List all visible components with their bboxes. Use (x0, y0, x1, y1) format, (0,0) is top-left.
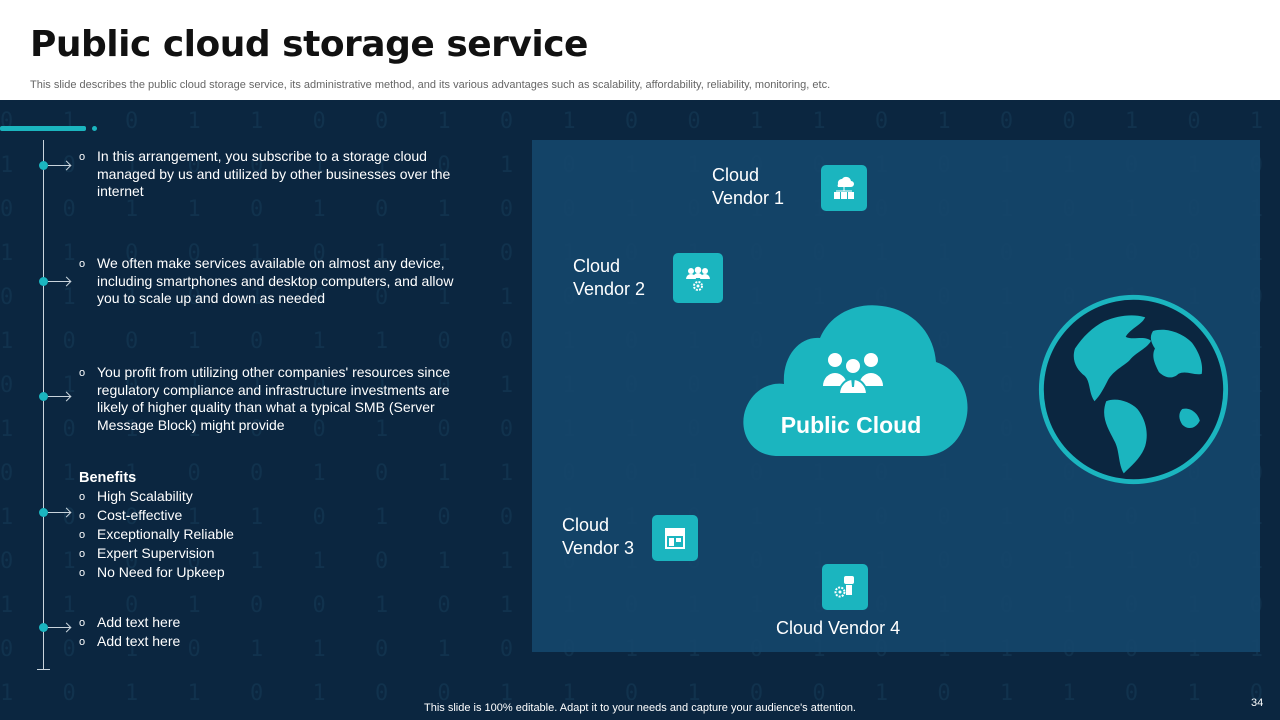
bullet-glyph: o (79, 617, 86, 629)
robot-gear-icon (822, 564, 868, 610)
timeline-node-5 (39, 623, 48, 632)
vendor-3-line1: Cloud (562, 515, 610, 535)
globe-icon (1038, 294, 1229, 485)
extra-item: Add text here (97, 633, 181, 649)
point-1: o In this arrangement, you subscribe to a… (79, 148, 459, 201)
timeline-node-4 (39, 508, 48, 517)
benefit-item: Exceptionally Reliable (97, 525, 234, 542)
bullet-glyph: o (79, 151, 86, 163)
benefits-block: Benefits o High Scalability o Cost-effecti… (79, 470, 379, 583)
cloud-network-icon (821, 165, 867, 211)
accent-bar (0, 126, 86, 131)
slide-header: Public cloud storage service This slide … (0, 0, 1280, 100)
vendor-4-label: Cloud Vendor 4 (776, 617, 900, 640)
bullet-glyph: o (79, 566, 86, 579)
team-gear-icon (673, 253, 723, 303)
accent-dot (92, 126, 97, 131)
public-cloud-label: Public Cloud (780, 412, 922, 438)
point-3-text: You profit from utilizing other companie… (97, 364, 451, 433)
point-3: o You profit from utilizing other compani… (79, 364, 479, 434)
benefit-item: Cost-effective (97, 506, 183, 523)
timeline-node-2 (39, 277, 48, 286)
point-2-text: We often make services available on almo… (97, 255, 454, 306)
benefit-item: Expert Supervision (97, 544, 215, 561)
vendor-2-label: Cloud Vendor 2 (573, 255, 645, 301)
point-1-text: In this arrangement, you subscribe to a … (97, 148, 451, 199)
vendor-2-line2: Vendor 2 (573, 279, 646, 299)
benefits-title: Benefits (79, 470, 137, 486)
point-2: o We often make services available on alm… (79, 255, 471, 308)
bullet-glyph: o (79, 547, 86, 560)
slide-title: Public cloud storage service (30, 24, 588, 65)
timeline-end-cap (37, 669, 50, 670)
bullet-glyph: o (79, 509, 86, 522)
timeline-line (43, 140, 44, 670)
slide-subtitle: This slide describes the public cloud st… (30, 79, 831, 91)
timeline-node-1 (39, 161, 48, 170)
vendor-2-line1: Cloud (573, 256, 621, 276)
vendor-4-line1: Cloud Vendor 4 (776, 618, 901, 638)
benefit-item: High Scalability (97, 487, 193, 504)
timeline-arrow-4 (48, 512, 70, 513)
vendor-1-line2: Vendor 1 (712, 188, 785, 208)
vendor-1-line1: Cloud (712, 165, 760, 185)
page-number: 34 (1251, 697, 1264, 709)
timeline-arrow-2 (48, 281, 70, 282)
timeline-node-3 (39, 392, 48, 401)
timeline-arrow-3 (48, 396, 70, 397)
bullet-glyph: o (79, 490, 86, 503)
storefront-icon (652, 515, 698, 561)
timeline-arrow-5 (48, 627, 70, 628)
team-icon (815, 346, 891, 395)
vendor-3-line2: Vendor 3 (562, 538, 635, 558)
vendor-3-label: Cloud Vendor 3 (562, 514, 634, 560)
timeline-arrow-1 (48, 165, 70, 166)
extra-items-block: o Add text here o Add text here (79, 614, 379, 652)
vendor-1-label: Cloud Vendor 1 (712, 164, 784, 210)
bullet-glyph: o (79, 636, 86, 648)
footer-note: This slide is 100% editable. Adapt it to… (424, 702, 856, 714)
bullet-glyph: o (79, 367, 86, 379)
extra-item: Add text here (97, 614, 181, 630)
benefit-item: No Need for Upkeep (97, 563, 225, 580)
bullet-glyph: o (79, 258, 86, 270)
bullet-glyph: o (79, 528, 86, 541)
